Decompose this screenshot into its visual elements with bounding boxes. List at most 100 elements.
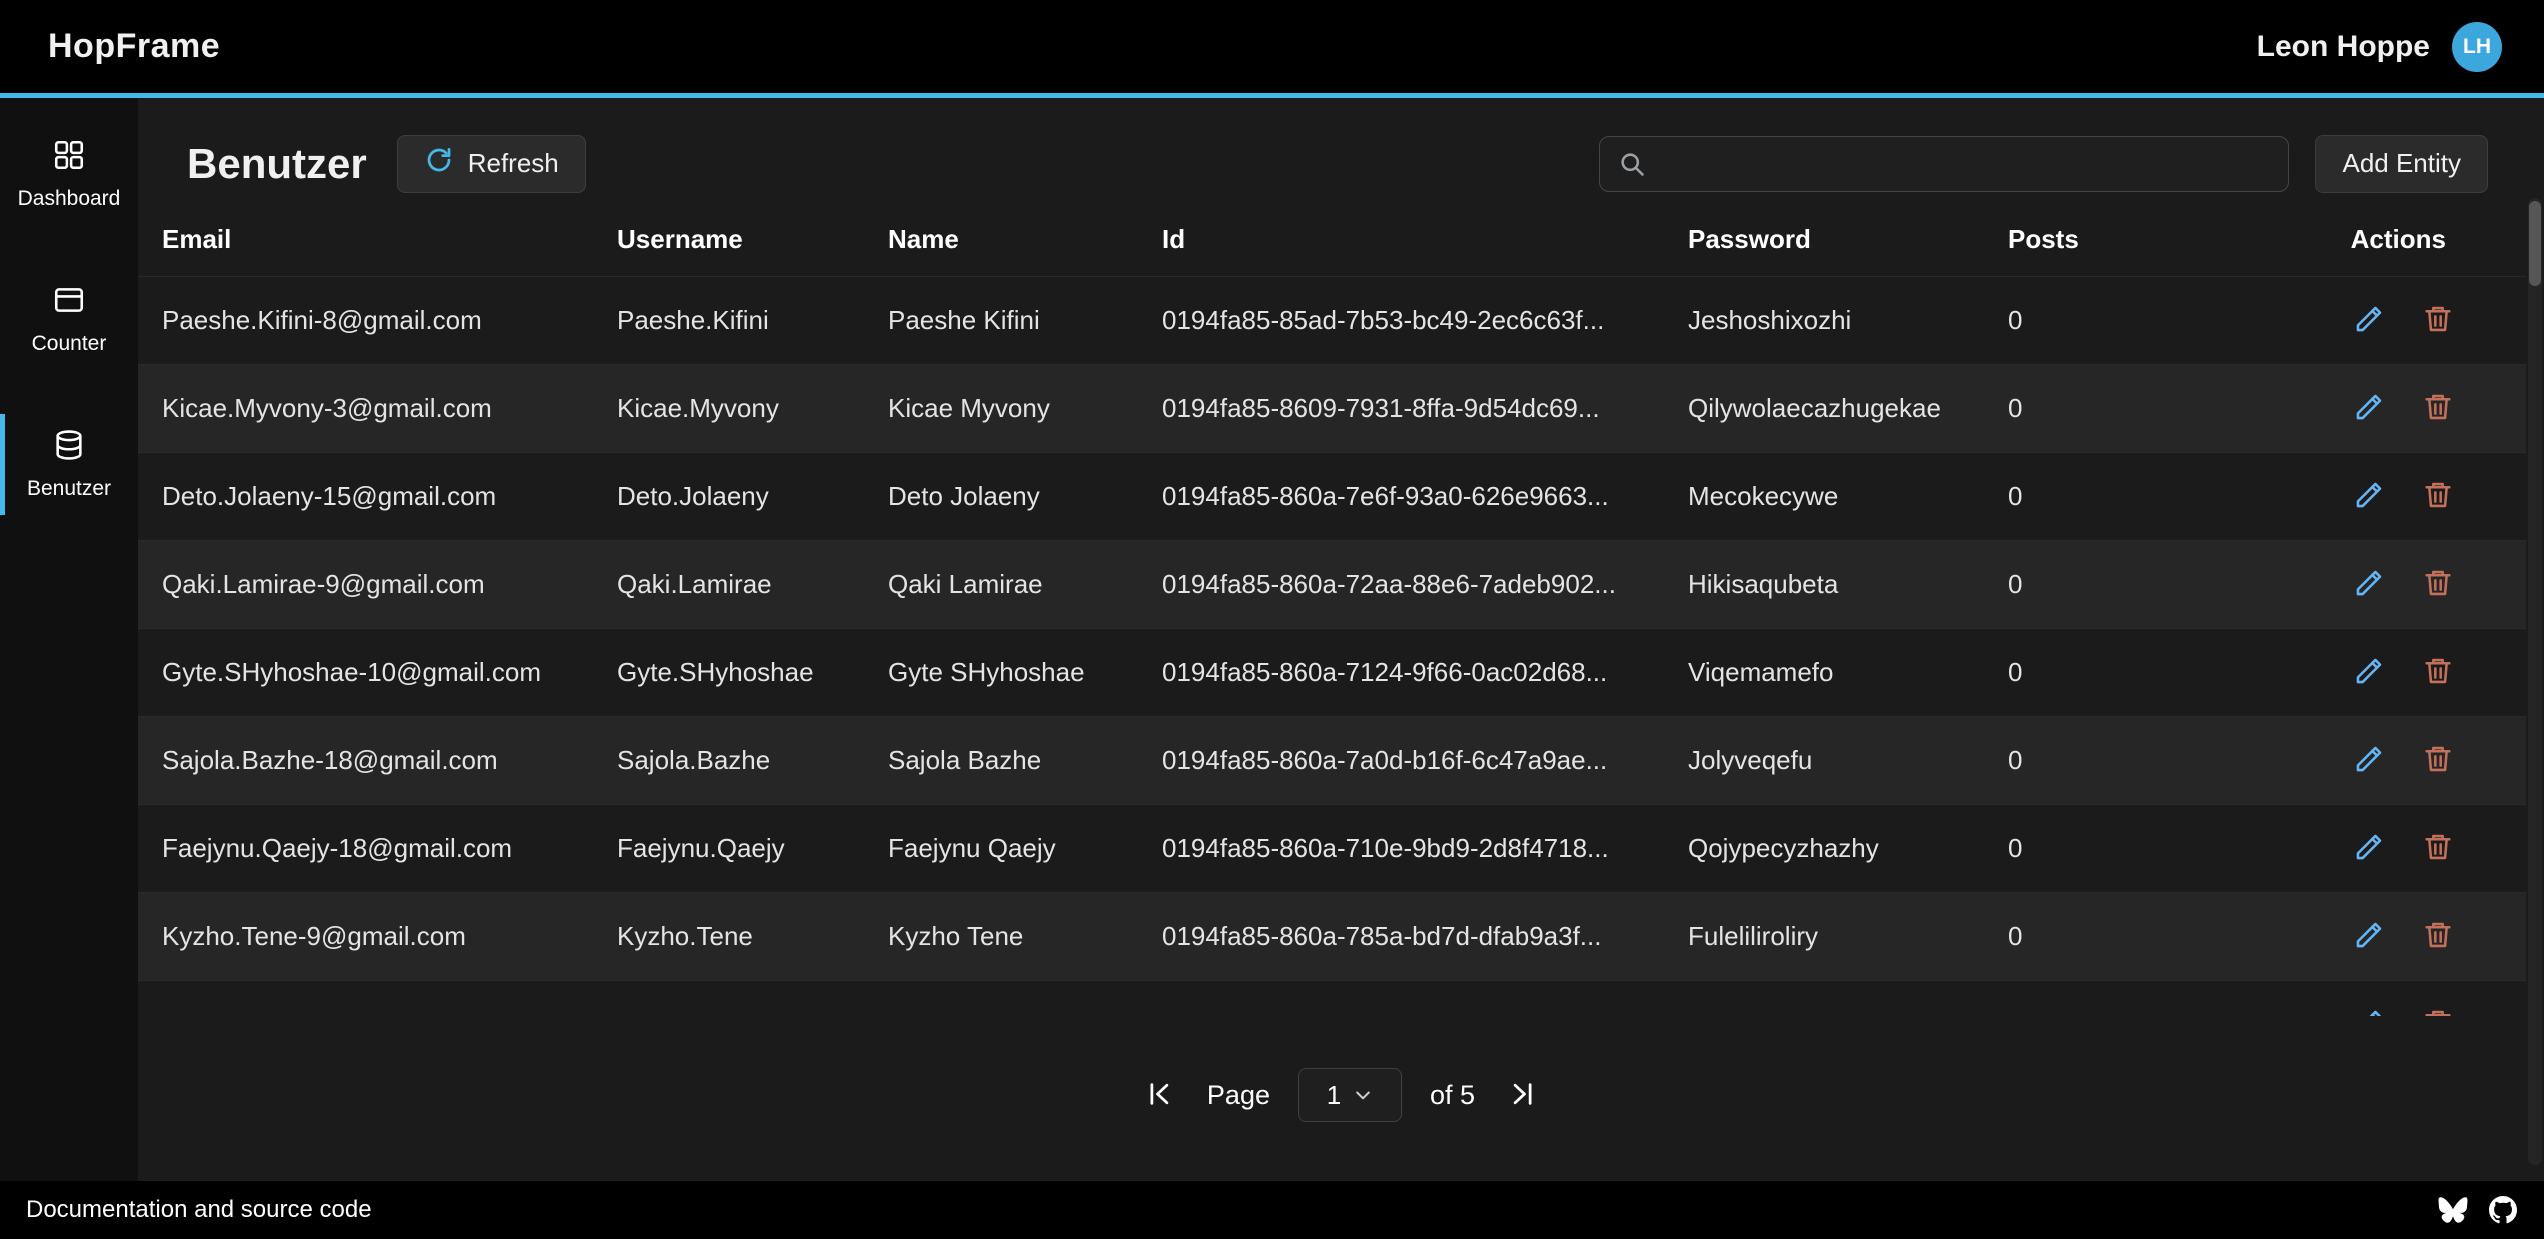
delete-button[interactable] xyxy=(2422,303,2454,338)
delete-button[interactable] xyxy=(2422,655,2454,690)
table-row[interactable]: Faejynu.Qaejy-18@gmail.com Faejynu.Qaejy… xyxy=(138,804,2526,892)
cell-id: 0194fa85-860a-7e6f-93a0-626e9663... xyxy=(1138,452,1664,540)
refresh-button[interactable]: Refresh xyxy=(397,135,586,193)
page-label: Page xyxy=(1207,1080,1270,1111)
entity-table: Email Username Name Id Password Posts Ac… xyxy=(138,203,2526,1016)
cell-username xyxy=(593,980,864,1016)
cell-name xyxy=(864,980,1138,1016)
table-row[interactable] xyxy=(138,980,2526,1016)
cell-id xyxy=(1138,980,1664,1016)
cell-password: Jeshoshixozhi xyxy=(1664,276,1984,364)
trash-icon xyxy=(2422,655,2454,687)
pencil-icon xyxy=(2353,567,2385,599)
cell-password xyxy=(1664,980,1984,1016)
cell-id: 0194fa85-860a-72aa-88e6-7adeb902... xyxy=(1138,540,1664,628)
cell-password: Mecokecywe xyxy=(1664,452,1984,540)
delete-button[interactable] xyxy=(2422,831,2454,866)
delete-button[interactable] xyxy=(2422,1007,2454,1016)
delete-button[interactable] xyxy=(2422,743,2454,778)
footer-link[interactable]: Documentation and source code xyxy=(26,1196,372,1224)
cell-username: Kyzho.Tene xyxy=(593,892,864,980)
avatar[interactable]: LH xyxy=(2452,22,2502,72)
column-header-posts: Posts xyxy=(1984,203,2206,276)
pencil-icon xyxy=(2353,831,2385,863)
cell-name: Kicae Myvony xyxy=(864,364,1138,452)
user-name: Leon Hoppe xyxy=(2257,30,2430,64)
edit-button[interactable] xyxy=(2353,831,2385,866)
cell-posts xyxy=(1984,980,2206,1016)
pagination: Page 1 of 5 xyxy=(138,1068,2544,1122)
cell-name: Qaki Lamirae xyxy=(864,540,1138,628)
table-row[interactable]: Kyzho.Tene-9@gmail.com Kyzho.Tene Kyzho … xyxy=(138,892,2526,980)
cell-posts: 0 xyxy=(1984,452,2206,540)
delete-button[interactable] xyxy=(2422,479,2454,514)
sidebar-item-dashboard[interactable]: Dashboard xyxy=(0,124,138,225)
cell-password: Fuleliliroliry xyxy=(1664,892,1984,980)
table-row[interactable]: Sajola.Bazhe-18@gmail.com Sajola.Bazhe S… xyxy=(138,716,2526,804)
cell-name: Sajola Bazhe xyxy=(864,716,1138,804)
total-pages-value: 5 xyxy=(1460,1080,1475,1110)
edit-button[interactable] xyxy=(2353,479,2385,514)
edit-button[interactable] xyxy=(2353,919,2385,954)
cell-posts: 0 xyxy=(1984,364,2206,452)
table-row[interactable]: Kicae.Myvony-3@gmail.com Kicae.Myvony Ki… xyxy=(138,364,2526,452)
trash-icon xyxy=(2422,919,2454,951)
search-input[interactable] xyxy=(1660,148,2270,179)
github-icon[interactable] xyxy=(2488,1196,2518,1224)
first-page-button[interactable] xyxy=(1141,1075,1179,1116)
sidebar-item-counter[interactable]: Counter xyxy=(0,269,138,370)
cell-email: Paeshe.Kifini-8@gmail.com xyxy=(138,276,593,364)
table-row[interactable]: Qaki.Lamirae-9@gmail.com Qaki.Lamirae Qa… xyxy=(138,540,2526,628)
cell-username: Gyte.SHyhoshae xyxy=(593,628,864,716)
pencil-icon xyxy=(2353,391,2385,423)
table-row[interactable]: Gyte.SHyhoshae-10@gmail.com Gyte.SHyhosh… xyxy=(138,628,2526,716)
pencil-icon xyxy=(2353,1007,2385,1016)
delete-button[interactable] xyxy=(2422,567,2454,602)
edit-button[interactable] xyxy=(2353,743,2385,778)
cell-password: Jolyveqefu xyxy=(1664,716,1984,804)
database-icon xyxy=(52,428,86,467)
cell-username: Kicae.Myvony xyxy=(593,364,864,452)
column-header-id: Id xyxy=(1138,203,1664,276)
table-row[interactable]: Deto.Jolaeny-15@gmail.com Deto.Jolaeny D… xyxy=(138,452,2526,540)
cell-username: Deto.Jolaeny xyxy=(593,452,864,540)
delete-button[interactable] xyxy=(2422,391,2454,426)
cell-name: Kyzho Tene xyxy=(864,892,1138,980)
edit-button[interactable] xyxy=(2353,655,2385,690)
cell-email: Sajola.Bazhe-18@gmail.com xyxy=(138,716,593,804)
cell-username: Qaki.Lamirae xyxy=(593,540,864,628)
table-row[interactable]: Paeshe.Kifini-8@gmail.com Paeshe.Kifini … xyxy=(138,276,2526,364)
app-brand[interactable]: HopFrame xyxy=(48,27,220,66)
column-header-actions: Actions xyxy=(2206,203,2526,276)
cell-posts: 0 xyxy=(1984,540,2206,628)
add-entity-button[interactable]: Add Entity xyxy=(2315,135,2488,193)
table-viewport: Email Username Name Id Password Posts Ac… xyxy=(138,203,2544,1016)
pencil-icon xyxy=(2353,655,2385,687)
trash-icon xyxy=(2422,479,2454,511)
pencil-icon xyxy=(2353,919,2385,951)
sidebar-item-benutzer[interactable]: Benutzer xyxy=(0,414,138,515)
cell-posts: 0 xyxy=(1984,804,2206,892)
counter-icon xyxy=(52,283,86,322)
edit-button[interactable] xyxy=(2353,567,2385,602)
cell-actions xyxy=(2206,628,2526,716)
edit-button[interactable] xyxy=(2353,303,2385,338)
page-select[interactable]: 1 xyxy=(1298,1068,1402,1122)
scrollbar-track[interactable] xyxy=(2528,198,2542,1165)
bluesky-icon[interactable] xyxy=(2438,1196,2468,1224)
total-pages: of 5 xyxy=(1430,1080,1475,1111)
delete-button[interactable] xyxy=(2422,919,2454,954)
edit-button[interactable] xyxy=(2353,391,2385,426)
of-label: of xyxy=(1430,1080,1453,1110)
cell-password: Viqemamefo xyxy=(1664,628,1984,716)
last-page-icon xyxy=(1507,1079,1537,1109)
cell-id: 0194fa85-860a-785a-bd7d-dfab9a3f... xyxy=(1138,892,1664,980)
cell-password: Qilywolaecazhugekae xyxy=(1664,364,1984,452)
scrollbar-thumb[interactable] xyxy=(2529,201,2541,286)
dashboard-grid-icon xyxy=(52,138,86,177)
edit-button[interactable] xyxy=(2353,1007,2385,1016)
last-page-button[interactable] xyxy=(1503,1075,1541,1116)
column-header-password: Password xyxy=(1664,203,1984,276)
table-header: Email Username Name Id Password Posts Ac… xyxy=(138,203,2526,276)
cell-posts: 0 xyxy=(1984,892,2206,980)
